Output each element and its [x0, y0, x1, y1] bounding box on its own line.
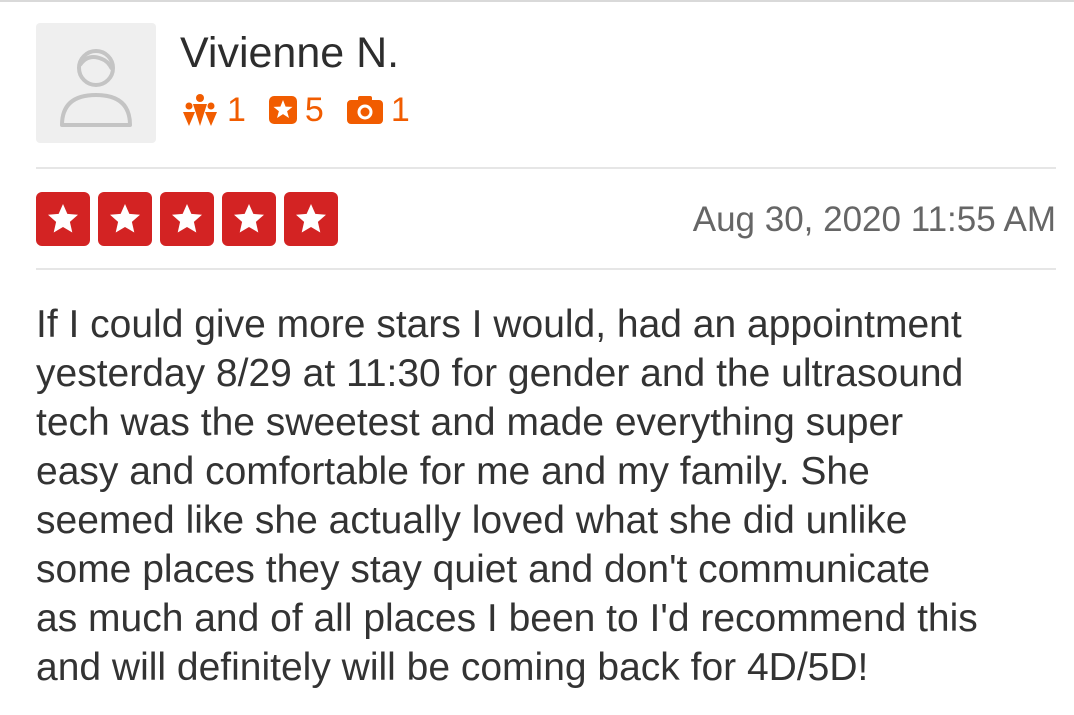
reviews-count: 5 — [304, 91, 324, 129]
rating-divider — [36, 268, 1056, 270]
user-avatar[interactable] — [36, 23, 156, 143]
review-text-line: yesterday 8/29 at 11:30 for gender and t… — [36, 352, 964, 395]
star-icon — [296, 204, 326, 233]
camera-icon — [346, 96, 383, 124]
review-text-line: If I could give more stars I would, had … — [36, 303, 962, 346]
default-avatar-icon — [60, 49, 132, 127]
reviews-stat: 5 — [268, 92, 324, 128]
user-stats: 1 5 1 — [180, 92, 432, 128]
user-name[interactable]: Vivienne N. — [180, 28, 399, 78]
review-text-line: easy and comfortable for me and my famil… — [36, 450, 870, 493]
rating-star-box — [160, 192, 214, 246]
rating-star-box — [222, 192, 276, 246]
review-date: Aug 30, 2020 11:55 AM — [692, 200, 1056, 239]
review-text-line: and will definitely will be coming back … — [36, 646, 869, 689]
review-text-line: tech was the sweetest and made everythin… — [36, 401, 904, 444]
star-rating — [36, 192, 338, 246]
review-text-line: seemed like she actually loved what she … — [36, 499, 908, 542]
star-icon — [48, 204, 78, 233]
review-text: If I could give more stars I would, had … — [36, 300, 1066, 692]
header-divider — [36, 167, 1056, 169]
photos-stat: 1 — [346, 92, 410, 128]
photos-count: 1 — [390, 91, 410, 129]
star-icon — [110, 204, 140, 233]
rating-star-box — [284, 192, 338, 246]
top-separator — [0, 0, 1074, 2]
rating-star-box — [98, 192, 152, 246]
review-text-line: some places they stay quiet and don't co… — [36, 548, 931, 591]
friends-count: 1 — [227, 91, 246, 129]
star-icon — [234, 204, 264, 233]
review-text-line: as much and of all places I been to I'd … — [36, 597, 978, 640]
rating-star-box — [36, 192, 90, 246]
friends-stat: 1 — [180, 92, 246, 128]
review-star-icon — [268, 96, 297, 124]
friends-icon — [183, 94, 217, 126]
star-icon — [172, 204, 202, 233]
